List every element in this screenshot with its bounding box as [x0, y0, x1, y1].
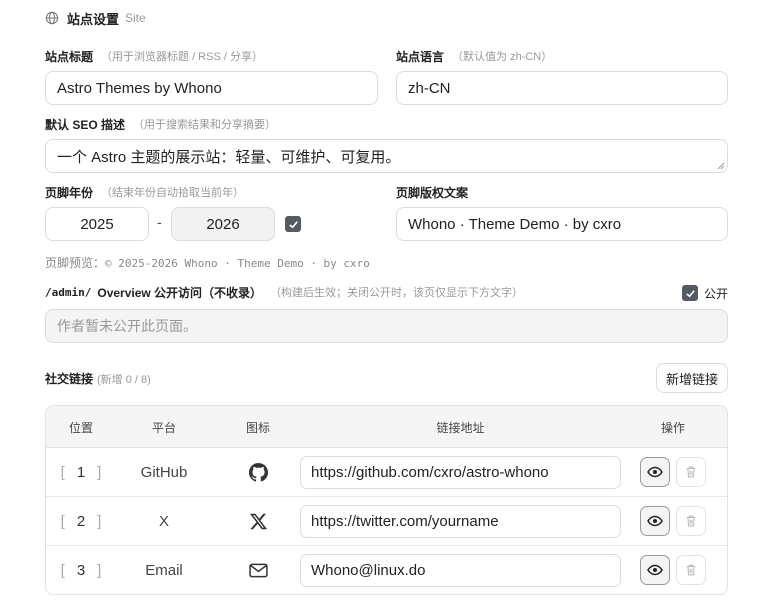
table-row: [1] GitHub https://github.com/cxro/astro…	[46, 448, 727, 497]
site-lang-input[interactable]: zh-CN	[396, 71, 728, 105]
column-actions: 操作	[660, 420, 685, 435]
check-icon	[288, 220, 298, 228]
social-table: 位置 平台 图标 链接地址 操作 [1] GitHub https://gith…	[45, 405, 728, 595]
auto-year-checkbox[interactable]	[285, 216, 301, 232]
mail-icon	[223, 546, 293, 594]
admin-path: /admin/	[45, 285, 92, 299]
section-header: 站点设置 Site	[45, 9, 146, 27]
seo-textarea-value: 一个 Astro 主题的展示站：轻量、可维护、可复用。	[57, 148, 401, 166]
platform-cell: GitHub	[140, 464, 188, 481]
trash-icon	[686, 515, 696, 527]
platform-cell: X	[158, 513, 169, 530]
x-icon	[223, 497, 293, 546]
table-header: 位置 平台 图标 链接地址 操作	[46, 406, 727, 448]
toggle-visibility-button[interactable]	[640, 457, 670, 487]
social-count: (新增 0 / 8)	[97, 373, 151, 386]
trash-icon	[686, 466, 696, 478]
social-header: 社交链接 (新增 0 / 8)	[45, 370, 151, 387]
site-lang-label: 站点语言	[396, 49, 445, 64]
eye-icon	[647, 466, 663, 478]
toggle-visibility-button[interactable]	[640, 555, 670, 585]
column-url: 链接地址	[436, 420, 485, 435]
site-title-hint: （用于浏览器标题 / RSS / 分享）	[101, 51, 263, 63]
site-title-label-row: 站点标题 （用于浏览器标题 / RSS / 分享）	[45, 48, 263, 64]
social-title: 社交链接	[45, 372, 94, 386]
delete-button[interactable]	[676, 555, 706, 585]
url-input[interactable]: https://twitter.com/yourname	[300, 505, 621, 538]
position-cell: [2]	[60, 513, 102, 530]
add-link-button[interactable]: 新增链接	[656, 363, 728, 393]
github-icon	[223, 448, 293, 497]
position-value[interactable]: 3	[77, 562, 85, 579]
footer-year-label: 页脚年份	[45, 185, 94, 200]
admin-label: Overview 公开访问（不收录）	[97, 285, 263, 300]
seo-hint: （用于搜索结果和分享摘要）	[133, 119, 277, 131]
section-subtitle: Site	[125, 11, 146, 25]
footer-year-label-row: 页脚年份 （结束年份自动拾取当前年）	[45, 184, 244, 200]
footer-preview: 页脚预览：© 2025-2026 Whono · Theme Demo · by…	[45, 254, 370, 271]
site-lang-label-row: 站点语言 （默认值为 zh-CN）	[396, 48, 552, 64]
delete-button[interactable]	[676, 457, 706, 487]
section-title: 站点设置	[67, 11, 120, 27]
eye-icon	[647, 564, 663, 576]
footer-copy-label-row: 页脚版权文案	[396, 184, 468, 200]
admin-placeholder-input[interactable]: 作者暂未公开此页面。	[45, 309, 728, 343]
column-platform: 平台	[151, 420, 176, 435]
table-row: [3] Email Whono@linux.do	[46, 546, 727, 594]
admin-hint: （构建后生效；关闭公开时，该页仅显示下方文字）	[270, 287, 524, 299]
public-label: 公开	[704, 287, 729, 301]
eye-icon	[647, 515, 663, 527]
site-title-input[interactable]: Astro Themes by Whono	[45, 71, 378, 105]
position-cell: [3]	[60, 562, 102, 579]
trash-icon	[686, 564, 696, 576]
delete-button[interactable]	[676, 506, 706, 536]
globe-icon	[45, 11, 59, 25]
site-title-label: 站点标题	[45, 49, 94, 64]
public-checkbox[interactable]	[682, 285, 698, 301]
site-lang-hint: （默认值为 zh-CN）	[452, 51, 553, 63]
column-icon: 图标	[245, 420, 270, 435]
footer-year-start-input[interactable]: 2025	[45, 207, 149, 241]
position-value[interactable]: 2	[77, 513, 85, 530]
footer-year-hint: （结束年份自动拾取当前年）	[101, 187, 245, 199]
year-separator: -	[157, 214, 162, 230]
footer-preview-text: © 2025-2026 Whono · Theme Demo · by cxro	[105, 257, 370, 270]
footer-copy-input[interactable]: Whono · Theme Demo · by cxro	[396, 207, 728, 241]
footer-preview-prefix: 页脚预览：	[45, 256, 106, 270]
check-icon	[685, 289, 695, 297]
footer-year-end-input[interactable]: 2026	[171, 207, 275, 241]
admin-label-row: /admin/ Overview 公开访问（不收录） （构建后生效；关闭公开时，…	[45, 284, 523, 300]
footer-copy-label: 页脚版权文案	[396, 185, 469, 200]
seo-textarea[interactable]: 一个 Astro 主题的展示站：轻量、可维护、可复用。	[45, 139, 728, 173]
position-cell: [1]	[60, 464, 102, 481]
url-input[interactable]: https://github.com/cxro/astro-whono	[300, 456, 621, 489]
position-value[interactable]: 1	[77, 464, 85, 481]
column-position: 位置	[68, 420, 93, 435]
toggle-visibility-button[interactable]	[640, 506, 670, 536]
resize-handle-icon[interactable]	[717, 162, 725, 170]
table-row: [2] X https://twitter.com/yourname	[46, 497, 727, 546]
url-input[interactable]: Whono@linux.do	[300, 554, 621, 587]
seo-label-row: 默认 SEO 描述 （用于搜索结果和分享摘要）	[45, 116, 276, 132]
platform-cell: Email	[145, 562, 183, 579]
seo-label: 默认 SEO 描述	[45, 117, 126, 132]
